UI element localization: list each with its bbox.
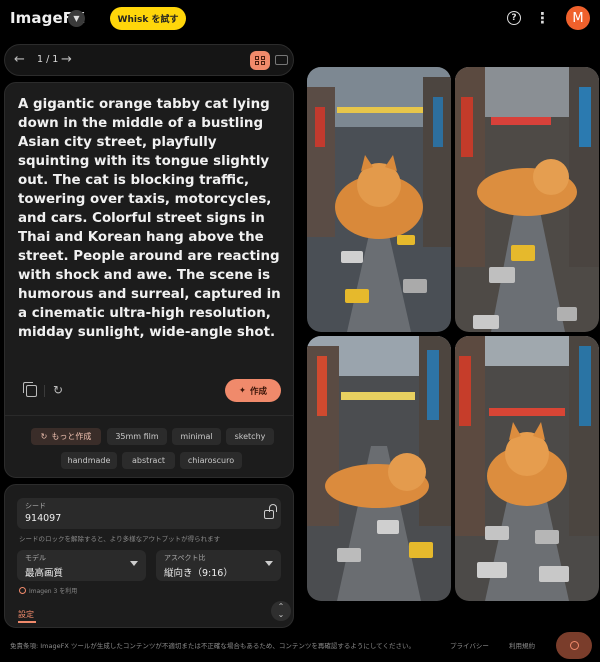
model-note: Imagen 3 を利用 <box>19 586 77 595</box>
caret-down-icon <box>130 561 138 566</box>
create-button[interactable]: ✦ 作成 <box>225 379 281 402</box>
style-chip[interactable]: minimal <box>172 428 221 445</box>
prompt-text[interactable]: A gigantic orange tabby cat lying down i… <box>18 95 290 342</box>
style-chip[interactable]: chiaroscuro <box>180 452 242 469</box>
generated-image[interactable] <box>455 336 599 601</box>
city-cat-image <box>455 67 599 332</box>
circle-icon <box>569 641 579 650</box>
expand-icon[interactable]: ⌃ ⌄ <box>271 601 291 621</box>
footer-disclaimer: 免責条項: ImageFX ツールが生成したコンテンツが不適切または不正確な場合… <box>10 642 415 650</box>
divider <box>5 415 293 416</box>
aspect-value: 縦向き（9:16） <box>164 568 233 579</box>
aspect-label: アスペクト比 <box>164 554 206 562</box>
lock-icon[interactable] <box>264 510 274 519</box>
feedback-button[interactable] <box>556 632 592 659</box>
seed-label: シード <box>25 502 46 510</box>
try-whisk-button[interactable]: Whisk を試す <box>110 7 186 30</box>
info-icon <box>19 587 26 594</box>
style-chip[interactable]: sketchy <box>226 428 274 445</box>
style-chip[interactable]: handmade <box>61 452 117 469</box>
city-cat-image <box>455 336 599 601</box>
city-cat-image <box>307 336 451 601</box>
model-value: 最高画質 <box>25 568 64 579</box>
city-cat-image <box>307 67 451 332</box>
single-view-icon[interactable] <box>275 55 288 65</box>
terms-link[interactable]: 利用規約 <box>509 640 535 650</box>
privacy-link[interactable]: プライバシー <box>450 640 489 650</box>
generated-image[interactable] <box>455 67 599 332</box>
generated-image[interactable] <box>307 336 451 601</box>
help-icon[interactable]: ? <box>507 11 521 25</box>
arrow-left-icon[interactable]: ← <box>14 52 25 67</box>
aspect-ratio-select[interactable]: アスペクト比 縦向き（9:16） <box>156 550 281 581</box>
generated-image[interactable] <box>307 67 451 332</box>
style-chip[interactable]: abstract <box>122 452 175 469</box>
arrow-right-icon[interactable]: → <box>61 52 72 67</box>
caret-down-icon <box>265 561 273 566</box>
top-bar: ImageFX ▼ Whisk を試す ? ⋮ M <box>0 0 600 38</box>
chip-label: もっと作成 <box>51 432 92 441</box>
refresh-icon: ↻ <box>40 432 48 441</box>
app-switcher-chevron-icon[interactable]: ▼ <box>68 10 85 27</box>
prompt-card: A gigantic orange tabby cat lying down i… <box>4 82 294 478</box>
model-select[interactable]: モデル 最高画質 <box>17 550 146 581</box>
model-label: モデル <box>25 554 46 562</box>
style-chip[interactable]: 35mm film <box>107 428 167 445</box>
divider <box>44 385 45 397</box>
seed-hint: シードのロックを解除すると、より多様なアウトプットが得られます <box>19 535 221 543</box>
create-button-label: 作成 <box>250 386 268 397</box>
page-counter: 1 / 1 <box>37 54 59 65</box>
more-create-chip[interactable]: ↻ もっと作成 <box>31 428 101 445</box>
avatar[interactable]: M <box>566 6 590 30</box>
seed-value[interactable]: 914097 <box>25 513 61 524</box>
result-pager: ← 1 / 1 → <box>4 44 294 76</box>
reset-icon[interactable]: ↻ <box>51 383 65 397</box>
settings-tab[interactable]: 設定 <box>18 609 34 620</box>
sparkle-icon: ✦ <box>238 385 247 396</box>
model-note-text: Imagen 3 を利用 <box>29 588 78 595</box>
settings-card: シード 914097 シードのロックを解除すると、より多様なアウトプットが得られ… <box>4 484 294 628</box>
seed-field[interactable]: シード 914097 <box>17 498 281 529</box>
settings-tab-indicator <box>18 621 36 623</box>
copy-icon[interactable] <box>23 382 37 397</box>
grid-view-icon[interactable] <box>250 51 270 70</box>
more-vert-icon[interactable]: ⋮ <box>535 9 550 27</box>
